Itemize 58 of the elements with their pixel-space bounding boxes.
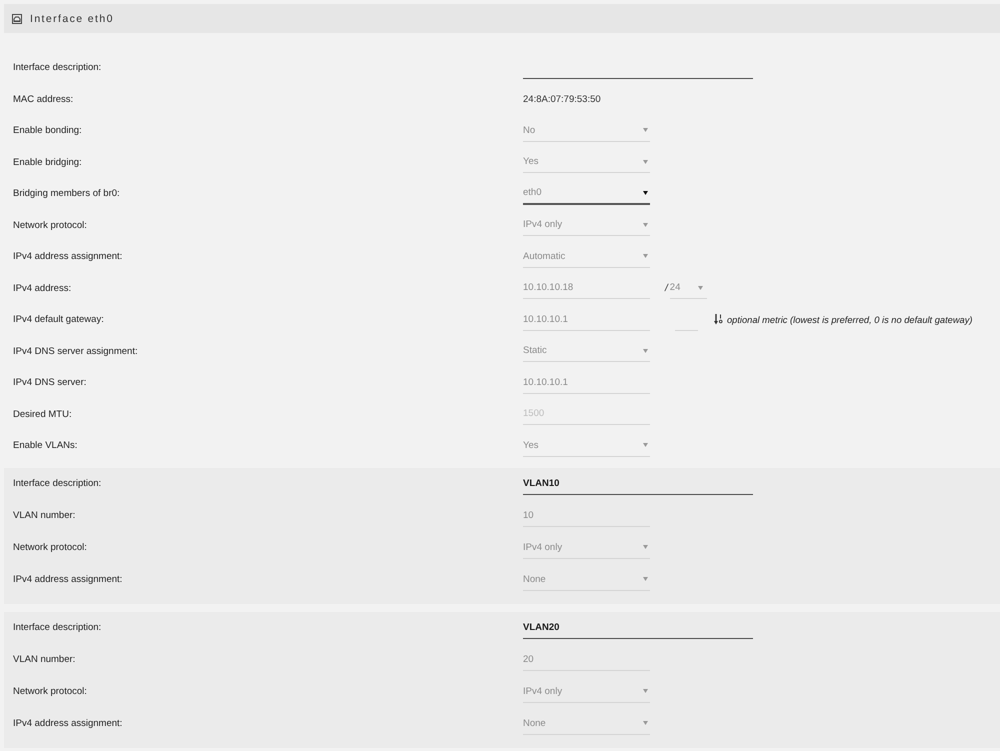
dropdown[interactable]: Yes bbox=[523, 434, 650, 457]
dropdown[interactable]: IPv4 only bbox=[523, 214, 650, 236]
caret-icon bbox=[643, 222, 648, 227]
dropdown[interactable]: IPv4 only bbox=[523, 536, 650, 558]
input-field[interactable]: 10.10.10.1 bbox=[523, 308, 650, 331]
caret-icon bbox=[698, 286, 703, 290]
slash-separator: / bbox=[665, 282, 668, 294]
field-label: IPv4 DNS server: bbox=[13, 377, 86, 388]
caret-icon bbox=[643, 721, 648, 725]
sort-numeric-icon bbox=[714, 314, 723, 326]
field-label: IPv4 address assignment: bbox=[13, 251, 122, 262]
text-input[interactable]: VLAN20 bbox=[523, 616, 753, 638]
field-label: VLAN number: bbox=[13, 654, 76, 665]
panel-title: Interface eth0 bbox=[30, 12, 114, 24]
caret-icon bbox=[643, 348, 648, 353]
dropdown[interactable]: IPv4 only bbox=[523, 680, 650, 702]
field-label: Desired MTU: bbox=[13, 408, 72, 420]
field-label: Enable bridging: bbox=[13, 156, 82, 168]
dropdown[interactable]: Automatic bbox=[523, 246, 650, 268]
field-label: IPv4 default gateway: bbox=[13, 314, 104, 326]
field-label: Enable VLANs: bbox=[13, 440, 78, 452]
metric-hint: optional metric (lowest is preferred, 0 is no default gateway) bbox=[727, 314, 972, 325]
field-label: Interface description: bbox=[13, 62, 102, 74]
caret-icon bbox=[643, 577, 648, 581]
dropdown[interactable]: Yes bbox=[523, 151, 650, 174]
multiselect-dropdown[interactable]: eth0 bbox=[523, 182, 650, 205]
field-label: MAC address: bbox=[13, 94, 74, 105]
port-icon bbox=[12, 14, 22, 24]
field-label: Enable bonding: bbox=[13, 125, 82, 136]
field-label: IPv4 address assignment: bbox=[13, 718, 122, 729]
caret-icon bbox=[643, 190, 648, 195]
input-field[interactable]: 10.10.10.18 bbox=[523, 277, 650, 300]
input-field[interactable]: 10.10.10.1 bbox=[523, 372, 650, 394]
caret-icon bbox=[643, 160, 648, 164]
field-label: Interface description: bbox=[13, 478, 102, 489]
caret-icon bbox=[643, 128, 648, 132]
text-input[interactable]: VLAN10 bbox=[523, 472, 753, 494]
prefix-dropdown[interactable]: 24 bbox=[670, 277, 707, 300]
caret-icon bbox=[643, 689, 648, 693]
caret-icon bbox=[643, 254, 648, 258]
field-label: IPv4 DNS server assignment: bbox=[13, 346, 138, 357]
caret-icon bbox=[643, 545, 648, 549]
caret-icon bbox=[643, 443, 648, 448]
dropdown[interactable]: None bbox=[523, 712, 650, 734]
field-label: IPv4 address: bbox=[13, 282, 72, 294]
dropdown[interactable]: No bbox=[523, 120, 650, 142]
field-label: IPv4 address assignment: bbox=[13, 574, 122, 585]
field-label: Network protocol: bbox=[13, 686, 87, 697]
field-label: Network protocol: bbox=[13, 220, 87, 231]
field-label: Interface description: bbox=[13, 622, 102, 633]
field-label: Bridging members of br0: bbox=[13, 188, 120, 200]
field-label: VLAN number: bbox=[13, 510, 76, 521]
dropdown[interactable]: None bbox=[523, 568, 650, 590]
dropdown[interactable]: Static bbox=[523, 340, 650, 362]
field-label: Network protocol: bbox=[13, 542, 87, 553]
input-field[interactable]: 20 bbox=[523, 648, 650, 670]
mac-address-value: 24:8A:07:79:53:50 bbox=[523, 94, 601, 105]
input-field[interactable]: 10 bbox=[523, 504, 650, 526]
